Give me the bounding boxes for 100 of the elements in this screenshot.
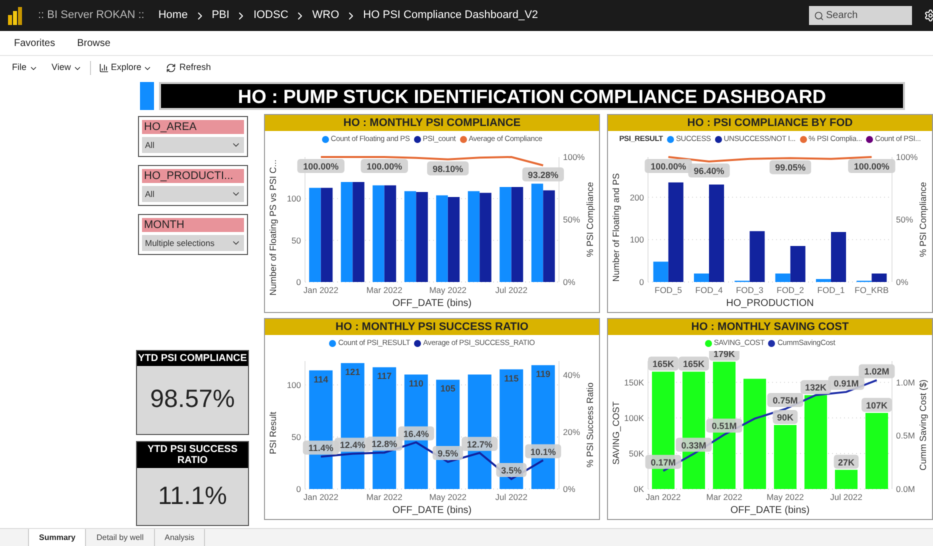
- breadcrumb-link[interactable]: Home: [158, 7, 188, 24]
- menu-button[interactable]: File: [12, 61, 38, 75]
- axis-tick-label: May 2022: [429, 285, 467, 295]
- data-label: 99.05%: [770, 160, 812, 174]
- axis-title: OFF_DATE (bins): [730, 505, 810, 516]
- card-value: 11.1%: [156, 480, 228, 512]
- axis-tick-label: FOD_1: [817, 285, 845, 295]
- data-label: 98.10%: [432, 164, 464, 174]
- breadcrumb-link[interactable]: WRO: [312, 7, 340, 24]
- axis-title: PSI Result: [268, 412, 278, 454]
- page-tab[interactable]: Summary: [28, 529, 86, 546]
- data-label: 165K: [648, 356, 678, 371]
- data-label: 98.10%: [427, 161, 469, 176]
- breadcrumb-link[interactable]: PBI: [212, 7, 230, 24]
- data-label: 96.40%: [694, 166, 724, 176]
- breadcrumb-link[interactable]: :: BI Server ROKAN ::: [38, 7, 144, 24]
- data-label: 100.00%: [366, 162, 402, 172]
- chart-title: HO : MONTHLY PSI SUCCESS RATIO: [265, 319, 599, 335]
- refresh-icon: [166, 63, 176, 73]
- axis-tick-label: Jan 2022: [646, 492, 681, 502]
- accent-block: [140, 82, 154, 110]
- data-label: 107K: [866, 400, 888, 410]
- nav-link[interactable]: Favorites: [14, 36, 56, 50]
- data-label: 132K: [804, 382, 828, 393]
- data-label: 165K: [652, 359, 675, 370]
- axis-title: SAVING_COST: [611, 401, 621, 465]
- data-label: 119: [536, 369, 550, 380]
- data-label: 121: [345, 367, 360, 378]
- data-label: 12.4%: [340, 440, 366, 450]
- menu-button[interactable]: Explore: [98, 61, 152, 75]
- data-label: 0.51M: [712, 421, 737, 432]
- data-label: 90K: [772, 410, 798, 424]
- card-title: YTD PSI SUCCESS RATIO: [137, 442, 248, 468]
- data-label: 110: [408, 378, 424, 389]
- data-label: 0.17M: [650, 457, 676, 468]
- axis-title: OFF_DATE (bins): [392, 298, 472, 309]
- axis-tick-label: 100%: [563, 152, 585, 162]
- axis-tick-label: 0: [296, 484, 301, 494]
- data-label: 179K: [709, 351, 740, 361]
- slicer-dropdown[interactable]: All: [142, 186, 244, 202]
- data-label: 12.7%: [462, 436, 498, 451]
- menu-button[interactable]: View: [52, 61, 82, 75]
- data-label: 0.75M: [767, 393, 804, 407]
- data-label: 115: [504, 373, 519, 384]
- slicer-label: HO_AREA: [142, 120, 244, 134]
- axis-tick-label: FOD_4: [695, 285, 723, 295]
- data-label: 27K: [838, 457, 856, 468]
- axis-tick-label: 150K: [624, 377, 644, 388]
- axis-tick-label: FOD_5: [654, 285, 682, 295]
- axis-tick-label: Jul 2022: [495, 492, 528, 502]
- data-label: 93.28%: [522, 167, 564, 182]
- search-field[interactable]: Search: [809, 6, 912, 25]
- data-label: 3.5%: [501, 466, 522, 476]
- axis-tick-label: 0.5M: [896, 430, 915, 441]
- breadcrumb-link[interactable]: HO PSI Compliance Dashboard_V2: [363, 7, 538, 24]
- axis-tick-label: 50%: [563, 214, 580, 224]
- axis-tick-label: May 2022: [429, 492, 467, 502]
- slicer-dropdown[interactable]: All: [142, 137, 244, 153]
- data-label: 0.33M: [681, 440, 706, 450]
- data-label: 16.4%: [403, 428, 429, 439]
- data-label: 96.40%: [688, 164, 730, 178]
- breadcrumb-link[interactable]: IODSC: [253, 7, 288, 24]
- axis-tick-label: Mar 2022: [366, 492, 402, 502]
- data-label: 1.02M: [858, 364, 895, 378]
- axis-tick-label: 50: [292, 235, 301, 246]
- axis-tick-label: 40%: [563, 370, 580, 380]
- data-label: 100.00%: [303, 162, 339, 172]
- axis-tick-label: Jan 2022: [303, 492, 338, 502]
- axis-tick-label: 0.0M: [896, 484, 915, 494]
- axis-tick-label: Jul 2022: [495, 285, 528, 295]
- page-tab[interactable]: Detail by well: [86, 529, 155, 546]
- axis-tick-label: Jan 2022: [303, 285, 338, 295]
- data-label: 117: [377, 371, 392, 382]
- data-label: 165K: [678, 356, 709, 371]
- axis-tick-label: 0: [639, 277, 644, 287]
- axis-tick-label: FO_KRB: [854, 285, 889, 295]
- card-title: YTD PSI COMPLIANCE: [137, 351, 248, 366]
- data-label: 100.00%: [360, 159, 408, 173]
- chart-icon: [98, 63, 109, 73]
- page-tab[interactable]: Analysis: [154, 529, 206, 546]
- card-value: 98.57%: [149, 384, 236, 416]
- data-label: 12.8%: [372, 439, 398, 450]
- refresh-button[interactable]: Refresh: [166, 61, 211, 75]
- nav-link[interactable]: Browse: [77, 36, 110, 50]
- data-label: 12.4%: [334, 438, 371, 452]
- axis-tick-label: 100: [286, 380, 301, 390]
- data-label: 99.05%: [775, 162, 806, 173]
- bar: [774, 425, 797, 489]
- axis-tick-label: 0%: [563, 484, 576, 494]
- data-label: 100.00%: [854, 162, 890, 172]
- axis-tick-label: 50: [292, 432, 301, 442]
- axis-tick-label: May 2022: [766, 492, 804, 502]
- slicer-label: MONTH: [142, 218, 244, 232]
- axis-tick-label: FOD_3: [736, 285, 764, 295]
- slicer-dropdown[interactable]: Multiple selections: [142, 235, 244, 251]
- slicer-label: HO_PRODUCTI...: [142, 169, 244, 183]
- data-label: 0.51M: [706, 418, 742, 433]
- data-label: 9.5%: [432, 446, 464, 460]
- axis-tick-label: 100K: [624, 412, 644, 423]
- axis-tick-label: FOD_2: [776, 285, 804, 295]
